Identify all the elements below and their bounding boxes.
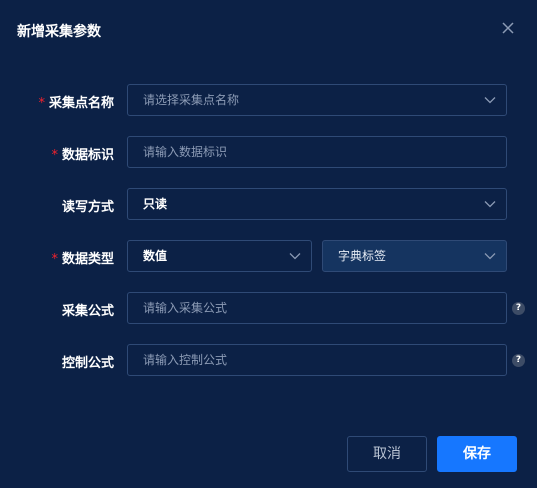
data-id-label: * 数据标识 (51, 148, 114, 163)
close-icon[interactable] (498, 18, 518, 38)
dialog-title: 新增采集参数 (17, 24, 101, 40)
chevron-down-icon (289, 253, 301, 260)
dialog: 新增采集参数 * 采集点名称 请选择采集点名称 * 数据标识 请输入数据标识 读写方… (0, 0, 537, 488)
collect-formula-input[interactable]: 请输入采集公式 (127, 292, 507, 324)
collect-point-select[interactable]: 请选择采集点名称 (127, 84, 507, 116)
control-formula-input[interactable]: 请输入控制公式 (127, 344, 507, 376)
help-icon[interactable]: ? (512, 354, 525, 367)
control-formula-label: 控制公式 (61, 356, 114, 371)
chevron-down-icon (484, 97, 496, 104)
data-type-label: * 数据类型 (51, 252, 114, 267)
chevron-down-icon (484, 253, 496, 260)
save-button[interactable]: 保存 (437, 436, 517, 472)
cancel-button[interactable]: 取消 (347, 436, 427, 472)
data-type-select[interactable]: 数值 (127, 240, 312, 272)
data-id-input[interactable]: 请输入数据标识 (127, 136, 507, 168)
rw-mode-select[interactable]: 只读 (127, 188, 507, 220)
required-mark: * (51, 148, 58, 163)
required-mark: * (51, 252, 58, 267)
dict-label-select[interactable]: 字典标签 (322, 240, 507, 272)
help-icon[interactable]: ? (512, 302, 525, 315)
rw-mode-label: 读写方式 (61, 200, 114, 215)
collect-point-label: * 采集点名称 (38, 96, 114, 111)
required-mark: * (38, 96, 45, 111)
collect-formula-label: 采集公式 (61, 304, 114, 319)
chevron-down-icon (484, 201, 496, 208)
